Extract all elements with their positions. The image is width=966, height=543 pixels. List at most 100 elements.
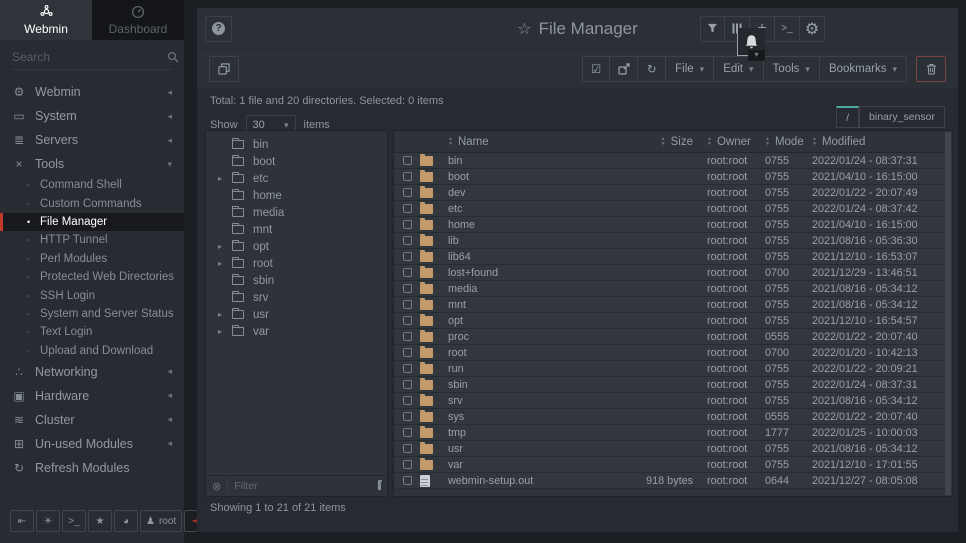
file-menu[interactable]: File▾ bbox=[666, 56, 714, 82]
filter-button[interactable] bbox=[700, 16, 725, 42]
tree-item[interactable]: var bbox=[206, 323, 387, 340]
table-row[interactable]: srv root:root 0755 2021/08/16 - 05:34:12 bbox=[394, 393, 952, 409]
shell-button[interactable]: >_ bbox=[62, 510, 86, 532]
favorite-star-icon[interactable]: ☆ bbox=[517, 21, 531, 38]
notification-tab-chevron[interactable]: ▾ bbox=[748, 50, 765, 61]
row-checkbox[interactable] bbox=[403, 476, 412, 485]
row-name[interactable]: opt bbox=[448, 315, 605, 327]
table-row[interactable]: webmin-setup.out 918 bytes root:root 064… bbox=[394, 473, 952, 489]
row-checkbox[interactable] bbox=[403, 204, 412, 213]
new-window-button[interactable] bbox=[209, 56, 239, 82]
tree-item[interactable]: bin bbox=[206, 136, 387, 153]
row-name[interactable]: proc bbox=[448, 331, 605, 343]
column-header-modified[interactable]: Modified bbox=[812, 136, 952, 148]
sidebar-section[interactable]: ▭ System ◂ bbox=[0, 104, 184, 128]
table-row[interactable]: etc root:root 0755 2022/01/24 - 08:37:42 bbox=[394, 201, 952, 217]
table-row[interactable]: boot root:root 0755 2021/04/10 - 16:15:0… bbox=[394, 169, 952, 185]
sidebar-subitem[interactable]: System and Server Status bbox=[0, 305, 184, 323]
table-row[interactable]: sys root:root 0555 2022/01/22 - 20:07:40 bbox=[394, 409, 952, 425]
tree-item[interactable]: usr bbox=[206, 306, 387, 323]
refresh-button[interactable]: ↻ bbox=[638, 56, 666, 82]
column-header-size[interactable]: Size bbox=[605, 136, 707, 148]
bookmarks-menu[interactable]: Bookmarks▾ bbox=[820, 56, 907, 82]
row-name[interactable]: var bbox=[448, 459, 605, 471]
column-header-owner[interactable]: Owner bbox=[707, 136, 765, 148]
terminal-button[interactable]: >_ bbox=[775, 16, 800, 42]
row-name[interactable]: webmin-setup.out bbox=[448, 475, 605, 487]
row-name[interactable]: bin bbox=[448, 155, 605, 167]
collapse-sidebar-button[interactable]: ⇤ bbox=[10, 510, 34, 532]
sidebar-section[interactable]: ≣ Servers ◂ bbox=[0, 128, 184, 152]
row-checkbox[interactable] bbox=[403, 412, 412, 421]
tree-item[interactable]: boot bbox=[206, 153, 387, 170]
sidebar-section[interactable]: ↻ Refresh Modules bbox=[0, 456, 184, 480]
row-name[interactable]: home bbox=[448, 219, 605, 231]
tree-item[interactable]: opt bbox=[206, 238, 387, 255]
favorites-button[interactable]: ★ bbox=[88, 510, 112, 532]
user-button[interactable]: ♟ root bbox=[140, 510, 182, 532]
row-checkbox[interactable] bbox=[403, 332, 412, 341]
table-row[interactable]: var root:root 0755 2021/12/10 - 17:01:55 bbox=[394, 457, 952, 473]
table-row[interactable]: lost+found root:root 0700 2021/12/29 - 1… bbox=[394, 265, 952, 281]
tree-item[interactable]: media bbox=[206, 204, 387, 221]
row-name[interactable]: run bbox=[448, 363, 605, 375]
sidebar-section[interactable]: ▣ Hardware ◂ bbox=[0, 384, 184, 408]
tree-item[interactable]: root bbox=[206, 255, 387, 272]
table-row[interactable]: proc root:root 0555 2022/01/22 - 20:07:4… bbox=[394, 329, 952, 345]
row-checkbox[interactable] bbox=[403, 444, 412, 453]
row-checkbox[interactable] bbox=[403, 348, 412, 357]
row-checkbox[interactable] bbox=[403, 188, 412, 197]
row-checkbox[interactable] bbox=[403, 428, 412, 437]
tree-item[interactable]: home bbox=[206, 187, 387, 204]
sidebar-subitem[interactable]: SSH Login bbox=[0, 286, 184, 304]
tree-expand-icon[interactable] bbox=[218, 327, 232, 336]
table-row[interactable]: dev root:root 0755 2022/01/22 - 20:07:49 bbox=[394, 185, 952, 201]
row-name[interactable]: sys bbox=[448, 411, 605, 423]
table-row[interactable]: bin root:root 0755 2022/01/24 - 08:37:31 bbox=[394, 153, 952, 169]
breadcrumb-root[interactable]: / bbox=[836, 106, 859, 128]
tree-item[interactable]: etc bbox=[206, 170, 387, 187]
table-row[interactable]: tmp root:root 1777 2022/01/25 - 10:00:03 bbox=[394, 425, 952, 441]
sidebar-section[interactable]: ∴ Networking ◂ bbox=[0, 360, 184, 384]
row-checkbox[interactable] bbox=[403, 236, 412, 245]
stats-button[interactable]: ◕ bbox=[114, 510, 138, 532]
sidebar-subitem[interactable]: HTTP Tunnel bbox=[0, 231, 184, 249]
table-row[interactable]: lib root:root 0755 2021/08/16 - 05:36:30 bbox=[394, 233, 952, 249]
row-name[interactable]: boot bbox=[448, 171, 605, 183]
row-checkbox[interactable] bbox=[403, 284, 412, 293]
sidebar-subitem[interactable]: Protected Web Directories bbox=[0, 268, 184, 286]
table-row[interactable]: media root:root 0755 2021/08/16 - 05:34:… bbox=[394, 281, 952, 297]
row-checkbox[interactable] bbox=[403, 156, 412, 165]
table-row[interactable]: mnt root:root 0755 2021/08/16 - 05:34:12 bbox=[394, 297, 952, 313]
sidebar-subitem[interactable]: File Manager bbox=[0, 213, 184, 231]
row-name[interactable]: tmp bbox=[448, 427, 605, 439]
sidebar-subitem[interactable]: Text Login bbox=[0, 323, 184, 341]
tree-expand-icon[interactable] bbox=[218, 174, 232, 183]
tree-item[interactable]: srv bbox=[206, 289, 387, 306]
row-name[interactable]: dev bbox=[448, 187, 605, 199]
row-checkbox[interactable] bbox=[403, 396, 412, 405]
row-checkbox[interactable] bbox=[403, 316, 412, 325]
tree-item[interactable]: mnt bbox=[206, 221, 387, 238]
table-row[interactable]: lib64 root:root 0755 2021/12/10 - 16:53:… bbox=[394, 249, 952, 265]
row-name[interactable]: media bbox=[448, 283, 605, 295]
row-checkbox[interactable] bbox=[403, 172, 412, 181]
sidebar-section[interactable]: × Tools ▾ bbox=[0, 152, 184, 176]
row-name[interactable]: lib bbox=[448, 235, 605, 247]
row-checkbox[interactable] bbox=[403, 268, 412, 277]
table-row[interactable]: sbin root:root 0755 2022/01/24 - 08:37:3… bbox=[394, 377, 952, 393]
clear-filter-icon[interactable]: ⊗ bbox=[212, 480, 221, 493]
table-row[interactable]: run root:root 0755 2022/01/22 - 20:09:21 bbox=[394, 361, 952, 377]
table-scrollbar[interactable] bbox=[945, 132, 951, 495]
sidebar-section[interactable]: ⊞ Un-used Modules ◂ bbox=[0, 432, 184, 456]
row-name[interactable]: sbin bbox=[448, 379, 605, 391]
table-row[interactable]: root root:root 0700 2022/01/20 - 10:42:1… bbox=[394, 345, 952, 361]
row-checkbox[interactable] bbox=[403, 300, 412, 309]
table-row[interactable]: home root:root 0755 2021/04/10 - 16:15:0… bbox=[394, 217, 952, 233]
column-header-mode[interactable]: Mode bbox=[765, 136, 812, 148]
sidebar-section[interactable]: ⚙ Webmin ◂ bbox=[0, 80, 184, 104]
tab-dashboard[interactable]: Dashboard bbox=[92, 0, 184, 40]
folder-filter-icon[interactable] bbox=[377, 482, 381, 490]
tree-expand-icon[interactable] bbox=[218, 310, 232, 319]
share-button[interactable] bbox=[610, 56, 638, 82]
